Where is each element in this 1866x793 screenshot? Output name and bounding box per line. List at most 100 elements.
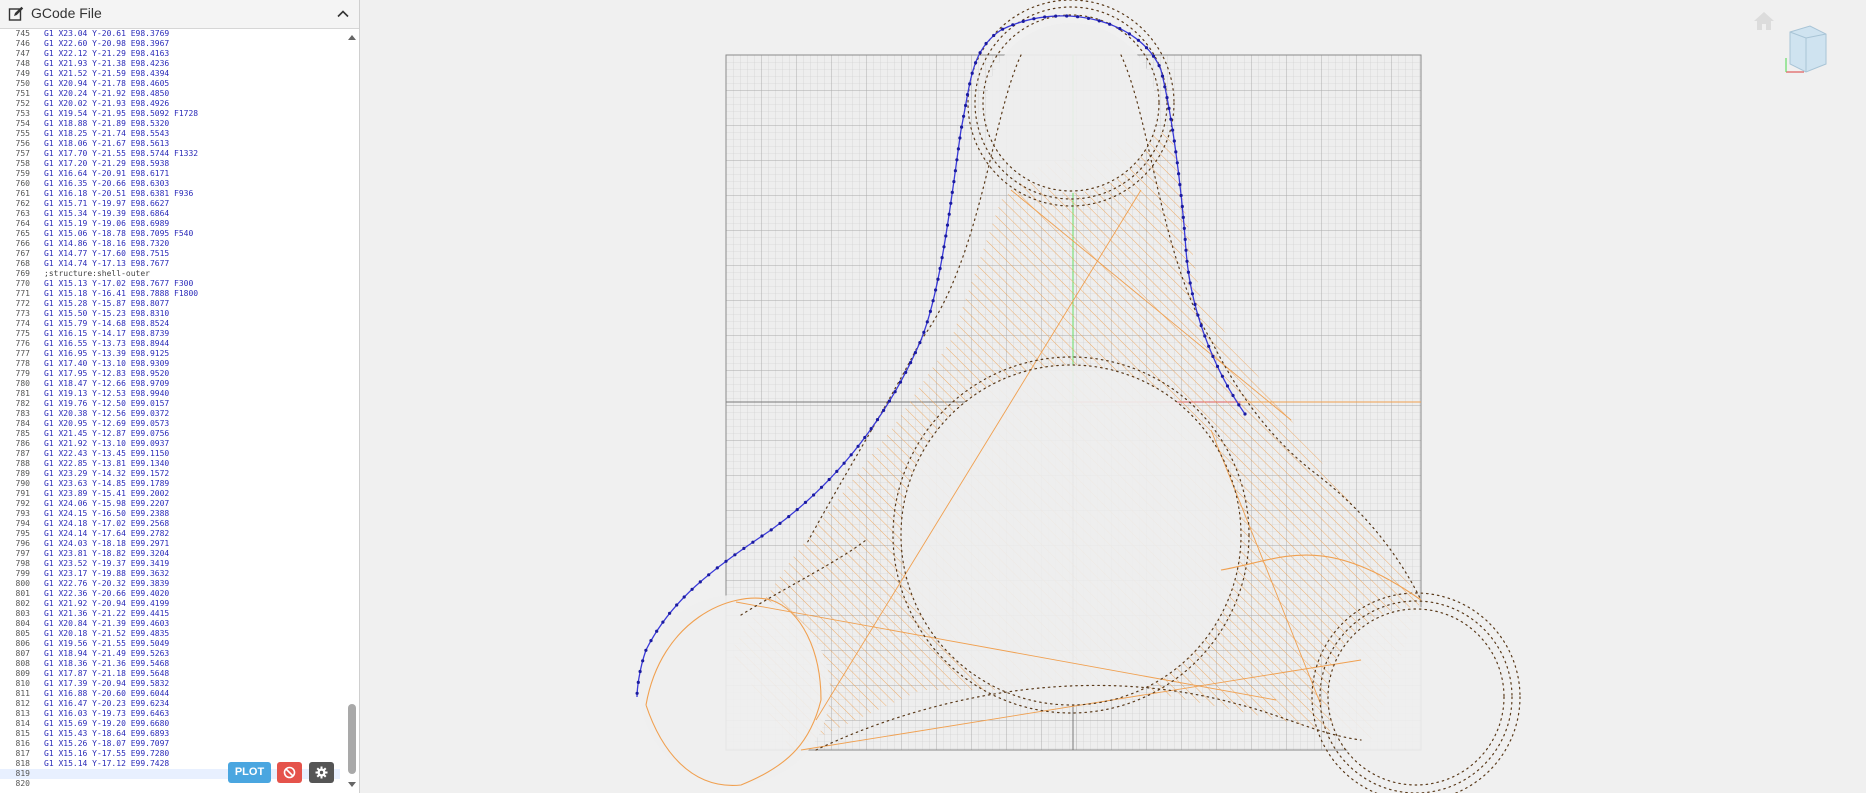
toolpath-point (1174, 150, 1178, 154)
toolpath-point (1186, 270, 1190, 274)
gcode-line[interactable]: 787 G1 X22.43 Y-13.45 E99.1150 (0, 449, 340, 459)
gcode-line[interactable]: 761 G1 X16.18 Y-20.51 E98.6381 F936 (0, 189, 340, 199)
gcode-line[interactable]: 747 G1 X22.12 Y-21.29 E98.4163 (0, 49, 340, 59)
gcode-line[interactable]: 777 G1 X16.95 Y-13.39 E98.9125 (0, 349, 340, 359)
home-icon[interactable] (1752, 10, 1776, 32)
gcode-line[interactable]: 755 G1 X18.25 Y-21.74 E98.5543 (0, 129, 340, 139)
gcode-line[interactable]: 765 G1 X15.06 Y-18.78 E98.7095 F540 (0, 229, 340, 239)
gcode-line[interactable]: 779 G1 X17.95 Y-12.83 E98.9520 (0, 369, 340, 379)
gcode-line[interactable]: 771 G1 X15.18 Y-16.41 E98.7888 F1800 (0, 289, 340, 299)
gcode-line[interactable]: 793 G1 X24.15 Y-16.50 E99.2388 (0, 509, 340, 519)
gcode-line[interactable]: 749 G1 X21.52 Y-21.59 E98.4394 (0, 69, 340, 79)
gcode-editor[interactable]: 745 G1 X23.04 Y-20.61 E98.3769 746 G1 X22.6… (0, 29, 348, 793)
gcode-line[interactable]: 799 G1 X23.17 Y-19.88 E99.3632 (0, 569, 340, 579)
gcode-line[interactable]: 806 G1 X19.56 Y-21.55 E99.5049 (0, 639, 340, 649)
toolpath-viewport[interactable] (361, 0, 1866, 793)
gcode-line[interactable]: 759 G1 X16.64 Y-20.91 E98.6171 (0, 169, 340, 179)
gcode-line[interactable]: 784 G1 X20.95 Y-12.69 E99.0573 (0, 419, 340, 429)
gcode-line[interactable]: 776 G1 X16.55 Y-13.73 E98.8944 (0, 339, 340, 349)
gcode-line[interactable]: 752 G1 X20.02 Y-21.93 E98.4926 (0, 99, 340, 109)
gcode-text: G1 X19.54 Y-21.95 E98.5092 F1728 (44, 109, 199, 118)
view-cube-icon[interactable] (1780, 24, 1832, 76)
toolpath-point (1118, 27, 1122, 31)
gcode-line[interactable]: 813 G1 X16.03 Y-19.73 E99.6463 (0, 709, 340, 719)
stop-button[interactable] (277, 762, 302, 783)
toolpath-point (922, 330, 926, 334)
gcode-text: G1 X15.69 Y-19.20 E99.6680 (44, 719, 170, 728)
gcode-line[interactable]: 790 G1 X23.63 Y-14.85 E99.1789 (0, 479, 340, 489)
gcode-line[interactable]: 754 G1 X18.88 Y-21.89 E98.5320 (0, 119, 340, 129)
scroll-up-arrow-icon[interactable] (346, 31, 358, 43)
gcode-line[interactable]: 811 G1 X16.88 Y-20.60 E99.6044 (0, 689, 340, 699)
toolpath-point (644, 648, 648, 652)
gcode-line[interactable]: 745 G1 X23.04 Y-20.61 E98.3769 (0, 29, 340, 39)
gcode-line[interactable]: 753 G1 X19.54 Y-21.95 E98.5092 F1728 (0, 109, 340, 119)
gcode-line[interactable]: 783 G1 X20.38 Y-12.56 E99.0372 (0, 409, 340, 419)
gcode-line[interactable]: 751 G1 X20.24 Y-21.92 E98.4850 (0, 89, 340, 99)
toolpath-point (882, 408, 886, 412)
settings-button[interactable] (309, 762, 334, 783)
gcode-line[interactable]: 775 G1 X16.15 Y-14.17 E98.8739 (0, 329, 340, 339)
gcode-line[interactable]: 798 G1 X23.52 Y-19.37 E99.3419 (0, 559, 340, 569)
gcode-line[interactable]: 801 G1 X22.36 Y-20.66 E99.4020 (0, 589, 340, 599)
gcode-line[interactable]: 756 G1 X18.06 Y-21.67 E98.5613 (0, 139, 340, 149)
gcode-line[interactable]: 817 G1 X15.16 Y-17.55 E99.7280 (0, 749, 340, 759)
gcode-line[interactable]: 814 G1 X15.69 Y-19.20 E99.6680 (0, 719, 340, 729)
gcode-line[interactable]: 797 G1 X23.81 Y-18.82 E99.3204 (0, 549, 340, 559)
scrollbar[interactable] (346, 29, 358, 793)
toolpath-point (1169, 117, 1173, 121)
gcode-line[interactable]: 778 G1 X17.40 Y-13.10 E98.9309 (0, 359, 340, 369)
gcode-line[interactable]: 780 G1 X18.47 Y-12.66 E98.9709 (0, 379, 340, 389)
gcode-line[interactable]: 785 G1 X21.45 Y-12.87 E99.0756 (0, 429, 340, 439)
toolpath-point (661, 620, 665, 624)
gcode-line[interactable]: 802 G1 X21.92 Y-20.94 E99.4199 (0, 599, 340, 609)
gcode-line[interactable]: 758 G1 X17.20 Y-21.29 E98.5938 (0, 159, 340, 169)
gcode-line[interactable]: 748 G1 X21.93 Y-21.38 E98.4236 (0, 59, 340, 69)
gcode-line[interactable]: 781 G1 X19.13 Y-12.53 E98.9940 (0, 389, 340, 399)
gcode-line[interactable]: 800 G1 X22.76 Y-20.32 E99.3839 (0, 579, 340, 589)
gcode-line[interactable]: 808 G1 X18.36 Y-21.36 E99.5468 (0, 659, 340, 669)
gcode-line[interactable]: 795 G1 X24.14 Y-17.64 E99.2782 (0, 529, 340, 539)
gcode-line[interactable]: 760 G1 X16.35 Y-20.66 E98.6303 (0, 179, 340, 189)
gcode-line[interactable]: 770 G1 X15.13 Y-17.02 E98.7677 F300 (0, 279, 340, 289)
gcode-line[interactable]: 791 G1 X23.89 Y-15.41 E99.2002 (0, 489, 340, 499)
scroll-thumb[interactable] (348, 704, 356, 774)
gcode-line[interactable]: 773 G1 X15.50 Y-15.23 E98.8310 (0, 309, 340, 319)
gcode-line[interactable]: 766 G1 X14.86 Y-18.16 E98.7320 (0, 239, 340, 249)
gcode-line[interactable]: 786 G1 X21.92 Y-13.10 E99.0937 (0, 439, 340, 449)
gcode-line[interactable]: 762 G1 X15.71 Y-19.97 E98.6627 (0, 199, 340, 209)
toolpath-point (769, 528, 773, 532)
gcode-line[interactable]: 815 G1 X15.43 Y-18.64 E99.6893 (0, 729, 340, 739)
gcode-text: G1 X21.52 Y-21.59 E98.4394 (44, 69, 170, 78)
toolpath-point (955, 158, 959, 162)
gcode-line[interactable]: 774 G1 X15.79 Y-14.68 E98.8524 (0, 319, 340, 329)
toolpath-point (1178, 183, 1182, 187)
gcode-line[interactable]: 812 G1 X16.47 Y-20.23 E99.6234 (0, 699, 340, 709)
gcode-line[interactable]: 803 G1 X21.36 Y-21.22 E99.4415 (0, 609, 340, 619)
plot-button[interactable]: PLOT (228, 762, 271, 783)
gcode-line[interactable]: 794 G1 X24.18 Y-17.02 E99.2568 (0, 519, 340, 529)
gcode-text: G1 X16.35 Y-20.66 E98.6303 (44, 179, 170, 188)
gcode-line[interactable]: 767 G1 X14.77 Y-17.60 E98.7515 (0, 249, 340, 259)
gcode-line[interactable]: 763 G1 X15.34 Y-19.39 E98.6864 (0, 209, 340, 219)
gcode-line[interactable]: 757 G1 X17.70 Y-21.55 E98.5744 F1332 (0, 149, 340, 159)
gcode-line[interactable]: 769 ;structure:shell-outer (0, 269, 340, 279)
gcode-line[interactable]: 764 G1 X15.19 Y-19.06 E98.6989 (0, 219, 340, 229)
scroll-down-arrow-icon[interactable] (346, 779, 358, 791)
gcode-line[interactable]: 792 G1 X24.06 Y-15.98 E99.2207 (0, 499, 340, 509)
gcode-line[interactable]: 804 G1 X20.84 Y-21.39 E99.4603 (0, 619, 340, 629)
gcode-line[interactable]: 750 G1 X20.94 Y-21.78 E98.4605 (0, 79, 340, 89)
chevron-up-icon[interactable] (334, 5, 352, 23)
gcode-line[interactable]: 768 G1 X14.74 Y-17.13 E98.7677 (0, 259, 340, 269)
gcode-line[interactable]: 816 G1 X15.26 Y-18.07 E99.7097 (0, 739, 340, 749)
gcode-line[interactable]: 746 G1 X22.60 Y-20.98 E98.3967 (0, 39, 340, 49)
gcode-line[interactable]: 805 G1 X20.18 Y-21.52 E99.4835 (0, 629, 340, 639)
gcode-line[interactable]: 809 G1 X17.87 Y-21.18 E99.5648 (0, 669, 340, 679)
gcode-line[interactable]: 789 G1 X23.29 Y-14.32 E99.1572 (0, 469, 340, 479)
gcode-line[interactable]: 782 G1 X19.76 Y-12.50 E99.0157 (0, 399, 340, 409)
gcode-line[interactable]: 788 G1 X22.85 Y-13.81 E99.1340 (0, 459, 340, 469)
gcode-line[interactable]: 796 G1 X24.03 Y-18.18 E99.2971 (0, 539, 340, 549)
gcode-line[interactable]: 807 G1 X18.94 Y-21.49 E99.5263 (0, 649, 340, 659)
gcode-line[interactable]: 810 G1 X17.39 Y-20.94 E99.5832 (0, 679, 340, 689)
gcode-line[interactable]: 772 G1 X15.28 Y-15.87 E98.8077 (0, 299, 340, 309)
